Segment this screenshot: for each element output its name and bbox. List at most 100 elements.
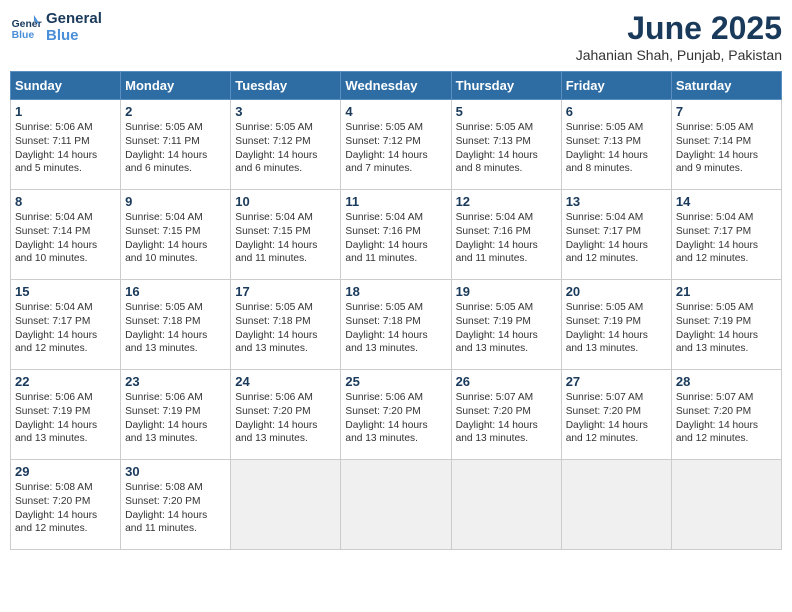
day-number: 8 [15,194,116,209]
sunrise-label: Sunrise: 5:05 AM [566,302,644,313]
calendar-cell: 28 Sunrise: 5:07 AM Sunset: 7:20 PM Dayl… [671,370,781,460]
logo: General Blue General Blue [10,10,102,44]
sunset-label: Sunset: 7:13 PM [566,136,641,147]
calendar-cell: 4 Sunrise: 5:05 AM Sunset: 7:12 PM Dayli… [341,100,451,190]
sunset-label: Sunset: 7:18 PM [235,316,310,327]
day-info: Sunrise: 5:04 AM Sunset: 7:17 PM Dayligh… [15,301,116,356]
day-info: Sunrise: 5:06 AM Sunset: 7:11 PM Dayligh… [15,121,116,176]
title-block: June 2025 Jahanian Shah, Punjab, Pakista… [576,10,782,63]
day-number: 15 [15,284,116,299]
day-number: 3 [235,104,336,119]
sunrise-label: Sunrise: 5:04 AM [125,212,203,223]
sunset-label: Sunset: 7:18 PM [125,316,200,327]
calendar-cell: 6 Sunrise: 5:05 AM Sunset: 7:13 PM Dayli… [561,100,671,190]
day-number: 24 [235,374,336,389]
col-monday: Monday [121,72,231,100]
day-number: 10 [235,194,336,209]
day-number: 9 [125,194,226,209]
sunrise-label: Sunrise: 5:06 AM [125,392,203,403]
daylight-label: Daylight: 14 hours and 13 minutes. [345,420,427,445]
calendar-cell: 20 Sunrise: 5:05 AM Sunset: 7:19 PM Dayl… [561,280,671,370]
sunrise-label: Sunrise: 5:05 AM [125,122,203,133]
daylight-label: Daylight: 14 hours and 8 minutes. [566,150,648,175]
logo-general: General [46,10,102,27]
calendar-cell: 16 Sunrise: 5:05 AM Sunset: 7:18 PM Dayl… [121,280,231,370]
sunrise-label: Sunrise: 5:04 AM [15,212,93,223]
logo-icon: General Blue [10,11,42,43]
day-info: Sunrise: 5:05 AM Sunset: 7:12 PM Dayligh… [345,121,446,176]
day-info: Sunrise: 5:04 AM Sunset: 7:17 PM Dayligh… [676,211,777,266]
sunrise-label: Sunrise: 5:06 AM [345,392,423,403]
day-number: 14 [676,194,777,209]
col-friday: Friday [561,72,671,100]
week-row-3: 15 Sunrise: 5:04 AM Sunset: 7:17 PM Dayl… [11,280,782,370]
calendar-cell: 24 Sunrise: 5:06 AM Sunset: 7:20 PM Dayl… [231,370,341,460]
sunrise-label: Sunrise: 5:05 AM [345,122,423,133]
sunset-label: Sunset: 7:16 PM [345,226,420,237]
sunrise-label: Sunrise: 5:06 AM [15,392,93,403]
day-number: 12 [456,194,557,209]
calendar-cell: 17 Sunrise: 5:05 AM Sunset: 7:18 PM Dayl… [231,280,341,370]
daylight-label: Daylight: 14 hours and 6 minutes. [125,150,207,175]
daylight-label: Daylight: 14 hours and 8 minutes. [456,150,538,175]
sunrise-label: Sunrise: 5:06 AM [15,122,93,133]
day-info: Sunrise: 5:05 AM Sunset: 7:19 PM Dayligh… [456,301,557,356]
day-number: 27 [566,374,667,389]
calendar-cell: 27 Sunrise: 5:07 AM Sunset: 7:20 PM Dayl… [561,370,671,460]
calendar-cell: 22 Sunrise: 5:06 AM Sunset: 7:19 PM Dayl… [11,370,121,460]
sunset-label: Sunset: 7:13 PM [456,136,531,147]
day-info: Sunrise: 5:06 AM Sunset: 7:19 PM Dayligh… [125,391,226,446]
calendar-cell [231,460,341,550]
calendar-cell: 11 Sunrise: 5:04 AM Sunset: 7:16 PM Dayl… [341,190,451,280]
day-number: 17 [235,284,336,299]
sunset-label: Sunset: 7:20 PM [345,406,420,417]
sunrise-label: Sunrise: 5:05 AM [345,302,423,313]
calendar-cell: 18 Sunrise: 5:05 AM Sunset: 7:18 PM Dayl… [341,280,451,370]
day-info: Sunrise: 5:06 AM Sunset: 7:20 PM Dayligh… [345,391,446,446]
sunrise-label: Sunrise: 5:07 AM [456,392,534,403]
sunset-label: Sunset: 7:11 PM [125,136,200,147]
day-number: 4 [345,104,446,119]
calendar-cell: 30 Sunrise: 5:08 AM Sunset: 7:20 PM Dayl… [121,460,231,550]
calendar-cell: 10 Sunrise: 5:04 AM Sunset: 7:15 PM Dayl… [231,190,341,280]
calendar-cell: 14 Sunrise: 5:04 AM Sunset: 7:17 PM Dayl… [671,190,781,280]
day-number: 6 [566,104,667,119]
day-info: Sunrise: 5:08 AM Sunset: 7:20 PM Dayligh… [15,481,116,536]
daylight-label: Daylight: 14 hours and 11 minutes. [456,240,538,265]
month-title: June 2025 [576,10,782,47]
day-info: Sunrise: 5:04 AM Sunset: 7:16 PM Dayligh… [456,211,557,266]
calendar-cell: 1 Sunrise: 5:06 AM Sunset: 7:11 PM Dayli… [11,100,121,190]
sunset-label: Sunset: 7:15 PM [125,226,200,237]
day-info: Sunrise: 5:05 AM Sunset: 7:13 PM Dayligh… [456,121,557,176]
day-number: 30 [125,464,226,479]
daylight-label: Daylight: 14 hours and 13 minutes. [125,330,207,355]
sunset-label: Sunset: 7:17 PM [676,226,751,237]
sunset-label: Sunset: 7:15 PM [235,226,310,237]
day-number: 20 [566,284,667,299]
daylight-label: Daylight: 14 hours and 10 minutes. [15,240,97,265]
day-number: 26 [456,374,557,389]
sunset-label: Sunset: 7:18 PM [345,316,420,327]
sunset-label: Sunset: 7:20 PM [676,406,751,417]
sunrise-label: Sunrise: 5:05 AM [235,302,313,313]
day-info: Sunrise: 5:05 AM Sunset: 7:18 PM Dayligh… [235,301,336,356]
sunset-label: Sunset: 7:20 PM [566,406,641,417]
sunrise-label: Sunrise: 5:07 AM [566,392,644,403]
day-info: Sunrise: 5:05 AM Sunset: 7:14 PM Dayligh… [676,121,777,176]
location-subtitle: Jahanian Shah, Punjab, Pakistan [576,47,782,63]
day-info: Sunrise: 5:07 AM Sunset: 7:20 PM Dayligh… [676,391,777,446]
sunset-label: Sunset: 7:20 PM [15,496,90,507]
sunrise-label: Sunrise: 5:05 AM [125,302,203,313]
daylight-label: Daylight: 14 hours and 11 minutes. [125,510,207,535]
sunrise-label: Sunrise: 5:05 AM [676,122,754,133]
daylight-label: Daylight: 14 hours and 10 minutes. [125,240,207,265]
calendar-cell: 21 Sunrise: 5:05 AM Sunset: 7:19 PM Dayl… [671,280,781,370]
sunset-label: Sunset: 7:14 PM [15,226,90,237]
day-number: 18 [345,284,446,299]
sunset-label: Sunset: 7:20 PM [235,406,310,417]
daylight-label: Daylight: 14 hours and 13 minutes. [676,330,758,355]
daylight-label: Daylight: 14 hours and 5 minutes. [15,150,97,175]
col-saturday: Saturday [671,72,781,100]
week-row-2: 8 Sunrise: 5:04 AM Sunset: 7:14 PM Dayli… [11,190,782,280]
calendar-cell: 3 Sunrise: 5:05 AM Sunset: 7:12 PM Dayli… [231,100,341,190]
